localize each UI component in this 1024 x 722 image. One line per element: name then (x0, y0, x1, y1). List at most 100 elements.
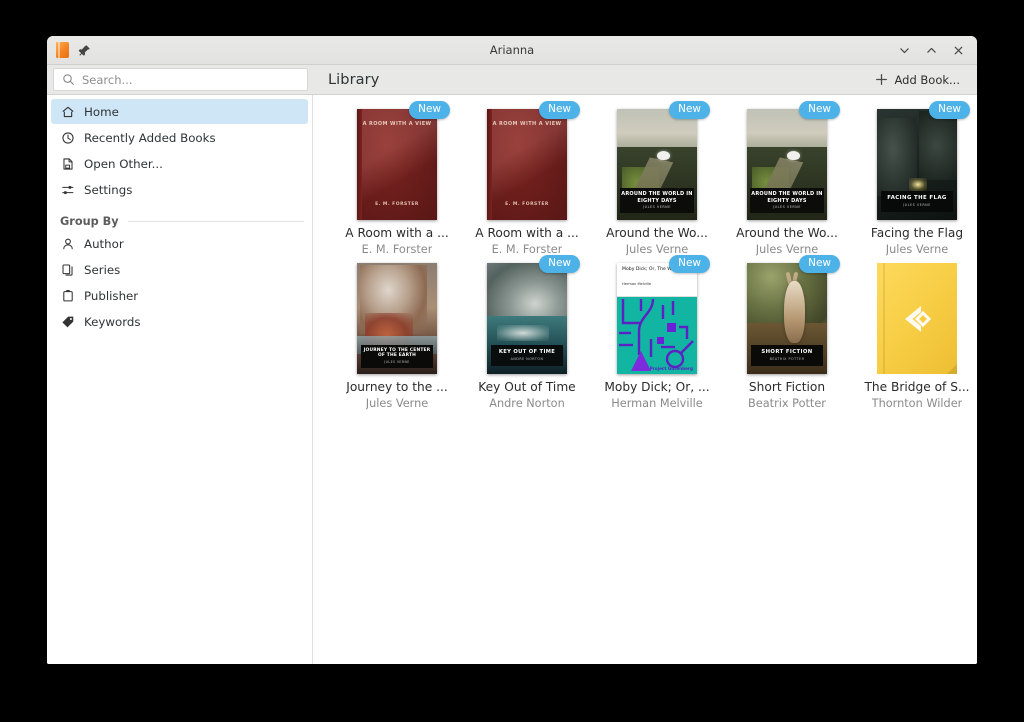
cover-rock (919, 111, 957, 180)
sidebar-item-author[interactable]: Author (51, 231, 308, 256)
sidebar-item-settings[interactable]: Settings (51, 177, 308, 202)
book-cover[interactable]: JOURNEY TO THE CENTER OF THE EARTHJULES … (357, 263, 437, 374)
clipboard-icon (60, 288, 75, 303)
new-badge: New (539, 255, 580, 273)
cover-balloon (787, 151, 800, 160)
titlebar-left-icons (47, 42, 91, 58)
book-title: A Room with a ... (475, 226, 579, 240)
close-icon[interactable] (951, 43, 965, 57)
new-badge: New (409, 101, 450, 119)
window-body: Home Recently Added Books Open Other... … (47, 95, 977, 664)
cover-author-text: E. M. FORSTER (487, 202, 567, 207)
book-cover-wrap[interactable]: AROUND THE WORLD IN EIGHTY DAYSJULES VER… (747, 109, 827, 220)
book-card[interactable]: Moby Dick; Or, The WhaleHerman MelvilleP… (592, 263, 722, 410)
search-box[interactable] (53, 68, 308, 91)
book-card[interactable]: SHORT FICTIONBEATRIX POTTERNew Short Fict… (722, 263, 852, 410)
book-author: Thornton Wilder (872, 397, 963, 410)
book-cover[interactable]: A ROOM WITH A VIEWE. M. FORSTER (487, 109, 567, 220)
file-open-icon (60, 156, 75, 171)
epub-logo-icon (897, 299, 937, 339)
cover-author-text: ANDRE NORTON (491, 357, 563, 361)
title-bar: Arianna (47, 36, 977, 65)
book-card[interactable]: A ROOM WITH A VIEWE. M. FORSTERNew A Room… (462, 109, 592, 256)
book-title: The Bridge of S... (864, 380, 969, 394)
tag-icon (60, 314, 75, 329)
add-book-button[interactable]: Add Book... (870, 70, 965, 90)
sidebar-item-label: Settings (84, 183, 132, 197)
book-author: Beatrix Potter (748, 397, 826, 410)
book-cover[interactable]: SHORT FICTIONBEATRIX POTTER (747, 263, 827, 374)
book-card[interactable]: The Bridge of S... Thornton Wilder (852, 263, 977, 410)
library-content: A ROOM WITH A VIEWE. M. FORSTERNewA Room… (313, 95, 977, 664)
cover-author-text: JULES VERNE (361, 360, 433, 364)
book-card[interactable]: JOURNEY TO THE CENTER OF THE EARTHJULES … (332, 263, 462, 410)
book-cover-wrap[interactable]: A ROOM WITH A VIEWE. M. FORSTERNew (357, 109, 437, 220)
plus-icon (875, 73, 888, 86)
book-cover-wrap[interactable]: FACING THE FLAGJULES VERNENew (877, 109, 957, 220)
book-cover-wrap[interactable]: SHORT FICTIONBEATRIX POTTERNew (747, 263, 827, 374)
book-card[interactable]: A ROOM WITH A VIEWE. M. FORSTERNew A Room… (332, 109, 462, 256)
application-window: Arianna Library (47, 36, 977, 664)
cover-band: AROUND THE WORLD IN EIGHTY DAYSJULES VER… (620, 188, 694, 213)
sidebar-item-recently-added-books[interactable]: Recently Added Books (51, 125, 308, 150)
cover-author-text: JULES VERNE (881, 203, 953, 207)
sidebar-item-home[interactable]: Home (51, 99, 308, 124)
cover-author-text: Herman Melville (622, 282, 692, 286)
page-title: Library (328, 72, 379, 88)
sidebar-item-publisher[interactable]: Publisher (51, 283, 308, 308)
book-cover[interactable]: FACING THE FLAGJULES VERNE (877, 109, 957, 220)
book-icon (56, 42, 69, 58)
book-cover-wrap[interactable]: AROUND THE WORLD IN EIGHTY DAYSJULES VER… (617, 109, 697, 220)
header-right: Library Add Book... (313, 65, 977, 94)
cover-title-text: A ROOM WITH A VIEW (357, 121, 437, 127)
book-card[interactable]: AROUND THE WORLD IN EIGHTY DAYSJULES VER… (722, 109, 852, 256)
book-cover[interactable]: AROUND THE WORLD IN EIGHTY DAYSJULES VER… (747, 109, 827, 220)
group-by-label: Group By (60, 215, 119, 228)
book-cover[interactable] (877, 263, 957, 374)
book-cover[interactable]: KEY OUT OF TIME ANDRE NORTON (487, 263, 567, 374)
add-book-label: Add Book... (894, 73, 960, 87)
book-author: Herman Melville (611, 397, 702, 410)
sidebar-item-label: Home (84, 105, 119, 119)
new-badge: New (799, 255, 840, 273)
header-bar: Library Add Book... (47, 65, 977, 95)
cover-balloon (657, 151, 670, 160)
cover-band: SHORT FICTIONBEATRIX POTTER (751, 345, 823, 366)
book-title: Key Out of Time (478, 380, 575, 394)
group-by-header: Group By (60, 215, 304, 228)
sidebar-item-series[interactable]: Series (51, 257, 308, 282)
book-cover-wrap[interactable] (877, 263, 957, 374)
cover-title-text: AROUND THE WORLD IN EIGHTY DAYS (620, 191, 694, 204)
book-card[interactable]: FACING THE FLAGJULES VERNENewFacing the … (852, 109, 977, 256)
book-title: Around the Wo... (736, 226, 838, 240)
sidebar-item-open-other[interactable]: Open Other... (51, 151, 308, 176)
search-input[interactable] (82, 73, 299, 87)
window-controls (897, 43, 977, 57)
copy-icon (60, 262, 75, 277)
book-cover-wrap[interactable]: KEY OUT OF TIMEANDRE NORTONNew (487, 263, 567, 374)
sidebar-item-keywords[interactable]: Keywords (51, 309, 308, 334)
book-card[interactable]: AROUND THE WORLD IN EIGHTY DAYSJULES VER… (592, 109, 722, 256)
book-title: A Room with a ... (345, 226, 449, 240)
new-badge: New (799, 101, 840, 119)
cover-title-text: KEY OUT OF TIME (491, 349, 563, 355)
book-cover-wrap[interactable]: JOURNEY TO THE CENTER OF THE EARTHJULES … (357, 263, 437, 374)
cover-title-text: AROUND THE WORLD IN EIGHTY DAYS (750, 191, 824, 204)
clock-icon (60, 130, 75, 145)
book-cover[interactable]: Moby Dick; Or, The WhaleHerman MelvilleP… (617, 263, 697, 374)
book-cover-wrap[interactable]: A ROOM WITH A VIEWE. M. FORSTERNew (487, 109, 567, 220)
book-author: Jules Verne (886, 243, 948, 256)
pin-icon[interactable] (77, 43, 91, 57)
book-title: Around the Wo... (606, 226, 708, 240)
chevron-up-icon[interactable] (924, 43, 938, 57)
sidebar-item-label: Series (84, 263, 120, 277)
divider (128, 221, 304, 222)
chevron-down-icon[interactable] (897, 43, 911, 57)
book-title: Short Fiction (749, 380, 825, 394)
book-author: E. M. Forster (362, 243, 433, 256)
book-cover[interactable]: A ROOM WITH A VIEWE. M. FORSTER (357, 109, 437, 220)
book-card[interactable]: KEY OUT OF TIMEANDRE NORTONNewKey Out of… (462, 263, 592, 410)
book-author: Jules Verne (366, 397, 428, 410)
book-cover-wrap[interactable]: Moby Dick; Or, The WhaleHerman MelvilleP… (617, 263, 697, 374)
book-cover[interactable]: AROUND THE WORLD IN EIGHTY DAYSJULES VER… (617, 109, 697, 220)
